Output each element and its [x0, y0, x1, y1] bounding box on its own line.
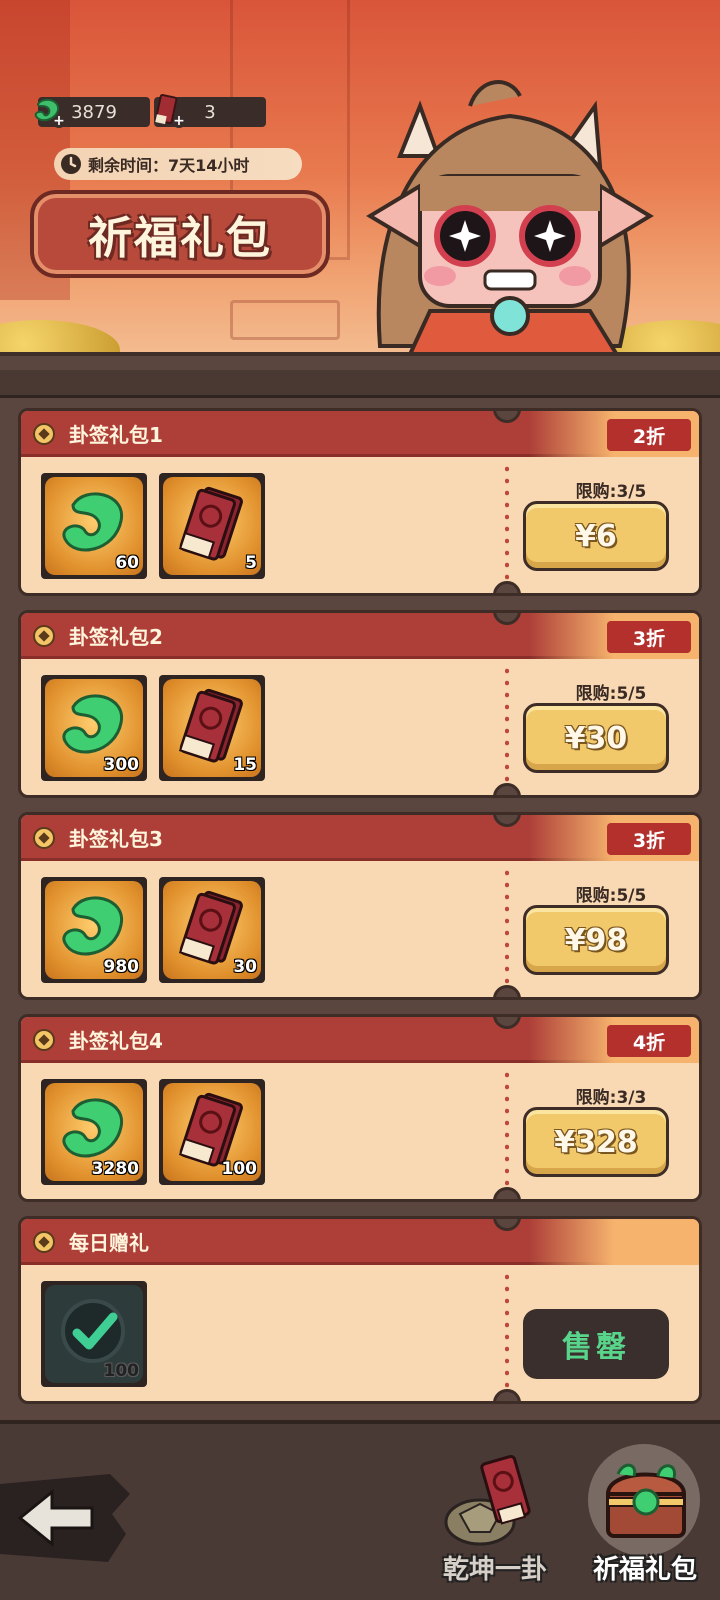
remaining-time-label: 剩余时间：7天14小时	[88, 156, 250, 175]
coin-icon	[33, 1231, 55, 1253]
purchase-limit: 限购:3/5	[575, 482, 647, 502]
ticket-icon	[178, 486, 243, 561]
reward-item[interactable]: 100	[41, 1281, 147, 1387]
reward-item[interactable]: 60	[41, 473, 147, 579]
reward-item[interactable]: 100	[159, 1079, 265, 1185]
ticket-icon	[155, 94, 178, 125]
gift-pack-list[interactable]: 卦签礼包1 2折 60 5 限购:3/5 ¥6 卦签礼包2 3折 300 15 …	[0, 370, 720, 1420]
reward-quantity: 30	[233, 957, 257, 977]
ticket-notch	[493, 581, 521, 593]
reward-item[interactable]: 300	[41, 675, 147, 781]
panel-top-border	[0, 370, 720, 398]
ticket-notch	[493, 1389, 521, 1401]
reward-quantity: 100	[103, 1361, 140, 1381]
back-arrow-icon[interactable]	[0, 1474, 130, 1564]
header-banner: + 3879 + 3 剩余时间：7天14小时 祈福礼包	[0, 0, 720, 380]
discount-badge: 4折	[607, 1025, 691, 1057]
ticket-currency[interactable]: + 3	[150, 94, 266, 128]
coin-icon	[33, 423, 55, 445]
jade-currency[interactable]: + 3879	[30, 96, 150, 128]
tab-blessing-packs-label: 祈福礼包	[592, 1555, 697, 1585]
discount-badge: 3折	[607, 823, 691, 855]
tab-qiankun[interactable]: 乾坤一卦	[430, 1444, 560, 1594]
reward-quantity: 980	[103, 957, 140, 977]
ticket-perforation	[505, 867, 509, 993]
ticket-perforation	[505, 463, 509, 589]
turtle-shell-icon	[444, 1454, 531, 1546]
gift-pack-header: 卦签礼包4 4折	[21, 1017, 699, 1063]
reward-quantity: 3280	[91, 1159, 139, 1179]
reward-quantity: 100	[221, 1159, 258, 1179]
background-altar	[230, 300, 340, 340]
gift-pack-card: 卦签礼包3 3折 980 30 限购:5/5 ¥98	[18, 812, 702, 1000]
treasure-chest-icon	[605, 1463, 687, 1538]
daily-gift-card: 每日赠礼 100 售罄	[18, 1216, 702, 1404]
gift-pack-header: 每日赠礼	[21, 1219, 699, 1265]
gift-pack-name: 卦签礼包3	[69, 827, 163, 851]
gift-pack-header: 卦签礼包2 3折	[21, 613, 699, 659]
coin-icon	[33, 625, 55, 647]
discount-badge: 2折	[607, 419, 691, 451]
reward-quantity: 60	[115, 553, 139, 573]
discount-badge: 3折	[607, 621, 691, 653]
purchase-limit: 限购:3/3	[575, 1088, 647, 1108]
jade-icon	[34, 98, 60, 122]
buy-button[interactable]: ¥30	[523, 703, 669, 773]
ticket-perforation	[505, 1271, 509, 1397]
reward-item[interactable]: 30	[159, 877, 265, 983]
tab-qiankun-label: 乾坤一卦	[442, 1555, 547, 1585]
tab-blessing-packs[interactable]: 祈福礼包	[580, 1444, 710, 1594]
reward-item[interactable]: 3280	[41, 1079, 147, 1185]
sold-out-button[interactable]: 售罄	[523, 1309, 669, 1379]
dragon-girl-mascot	[366, 80, 654, 376]
coin-icon	[33, 1029, 55, 1051]
buy-button[interactable]: ¥6	[523, 501, 669, 571]
reward-quantity: 15	[233, 755, 257, 775]
ticket-perforation	[505, 665, 509, 791]
purchase-limit: 限购:5/5	[575, 684, 647, 704]
gift-pack-header: 卦签礼包3 3折	[21, 815, 699, 861]
page-title-plate: 祈福礼包	[30, 190, 330, 278]
ticket-notch	[493, 985, 521, 997]
reward-item[interactable]: 15	[159, 675, 265, 781]
ticket-perforation	[505, 1069, 509, 1195]
gift-pack-name: 每日赠礼	[69, 1231, 149, 1255]
gift-pack-name: 卦签礼包4	[69, 1029, 163, 1053]
reward-item[interactable]: 980	[41, 877, 147, 983]
gift-pack-name: 卦签礼包2	[69, 625, 163, 649]
coin-icon	[33, 827, 55, 849]
page-title: 祈福礼包	[88, 213, 272, 264]
bottom-navigation: 乾坤一卦 祈福礼包	[0, 1420, 720, 1600]
clock-icon	[61, 154, 81, 174]
reward-item[interactable]: 5	[159, 473, 265, 579]
gift-pack-card: 卦签礼包4 4折 3280 100 限购:3/3 ¥328	[18, 1014, 702, 1202]
ticket-notch	[493, 783, 521, 795]
gift-pack-card: 卦签礼包2 3折 300 15 限购:5/5 ¥30	[18, 610, 702, 798]
buy-button[interactable]: ¥98	[523, 905, 669, 975]
flame-decoration	[529, 1219, 699, 1265]
buy-button[interactable]: ¥328	[523, 1107, 669, 1177]
gift-pack-name: 卦签礼包1	[69, 423, 163, 447]
reward-quantity: 5	[245, 553, 257, 573]
gift-pack-card: 卦签礼包1 2折 60 5 限购:3/5 ¥6	[18, 408, 702, 596]
gift-pack-header: 卦签礼包1 2折	[21, 411, 699, 457]
remaining-time: 剩余时间：7天14小时	[54, 148, 302, 180]
ticket-notch	[493, 1187, 521, 1199]
reward-quantity: 300	[103, 755, 140, 775]
purchase-limit: 限购:5/5	[575, 886, 647, 906]
